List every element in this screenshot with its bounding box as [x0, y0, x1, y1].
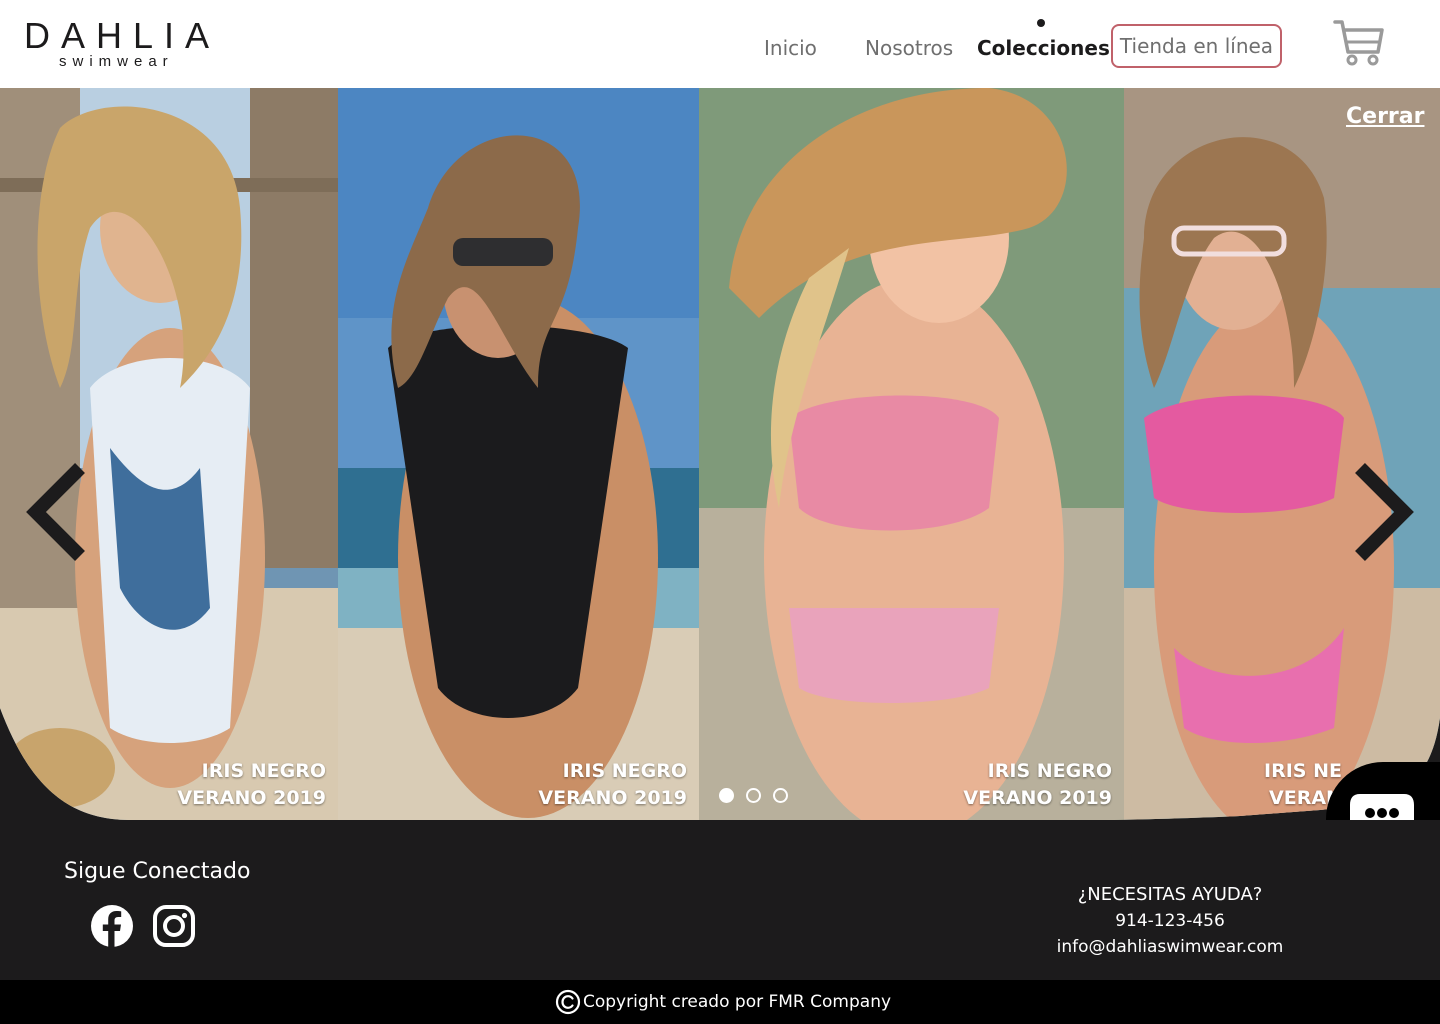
help-contact: ¿NECESITAS AYUDA? 914-123-456 info@dahli…: [1020, 882, 1320, 960]
nav-nosotros[interactable]: Nosotros: [865, 34, 953, 62]
help-phone[interactable]: 914-123-456: [1020, 908, 1320, 934]
copyright: Copyright creado por FMR Company: [555, 989, 891, 1015]
help-title: ¿NECESITAS AYUDA?: [1077, 884, 1263, 905]
copyright-text: Copyright creado por FMR Company: [583, 992, 892, 1012]
carousel-slide-3[interactable]: IRIS NEGRO VERANO 2019: [699, 88, 1124, 820]
carousel-slide-1[interactable]: IRIS NEGRO VERANO 2019: [0, 88, 338, 820]
chevron-left-icon[interactable]: [22, 460, 88, 564]
brand-logo[interactable]: DAHLIA swimwear: [24, 16, 224, 76]
brand-tagline: swimwear: [59, 53, 174, 70]
close-carousel-link[interactable]: Cerrar: [1346, 102, 1424, 132]
nav-inicio[interactable]: Inicio: [764, 34, 817, 62]
chevron-right-icon[interactable]: [1352, 460, 1418, 564]
online-shop-button[interactable]: Tienda en línea: [1111, 24, 1282, 68]
pagination-dot[interactable]: [773, 788, 788, 803]
slide-caption: IRIS NEGRO VERANO 2019: [963, 760, 1112, 809]
carousel-pagination: [719, 788, 788, 804]
connect-title: Sigue Conectado: [64, 859, 251, 884]
copyright-bar: Copyright creado por FMR Company: [0, 980, 1440, 1024]
slide-caption: IRIS NEGRO VERANO 2019: [177, 760, 326, 809]
help-email[interactable]: info@dahliaswimwear.com: [1020, 934, 1320, 960]
site-header: DAHLIA swimwear Inicio Nosotros Coleccio…: [0, 0, 1440, 88]
pagination-dot[interactable]: [746, 788, 761, 803]
cart-icon[interactable]: [1332, 16, 1384, 68]
slide-caption: IRIS NEGRO VERANO 2019: [538, 760, 687, 809]
copyright-icon: [555, 989, 581, 1015]
carousel-slides: IRIS NEGRO VERANO 2019 IRIS NEGRO VERANO…: [0, 88, 1440, 820]
active-nav-indicator: [1037, 19, 1045, 27]
facebook-icon[interactable]: [90, 904, 134, 948]
brand-name: DAHLIA: [24, 15, 221, 56]
collection-carousel: IRIS NEGRO VERANO 2019 IRIS NEGRO VERANO…: [0, 88, 1440, 820]
pagination-dot[interactable]: [719, 788, 734, 803]
carousel-slide-4[interactable]: IRIS NE VERAN: [1124, 88, 1440, 820]
carousel-slide-2[interactable]: IRIS NEGRO VERANO 2019: [338, 88, 699, 820]
nav-colecciones[interactable]: Colecciones: [977, 34, 1110, 62]
site-footer: Sigue Conectado ¿NECESITAS AYUDA? 914-12…: [0, 820, 1440, 980]
instagram-icon[interactable]: [152, 904, 196, 948]
